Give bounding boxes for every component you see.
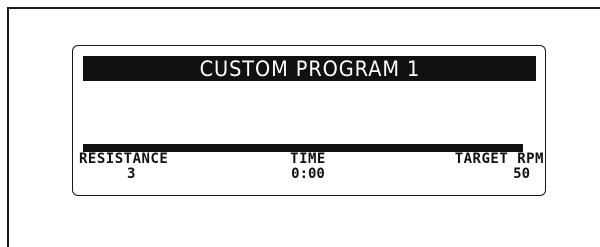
resistance-label: RESISTANCE [79,151,169,167]
program-title-bar: CUSTOM PROGRAM 1 [83,56,536,81]
target-rpm-value: 50 [513,166,530,182]
target-rpm-stat: TARGET RPM 50 [420,151,544,182]
lcd-display: CUSTOM PROGRAM 1 RESISTANCE 3 TIME 0:00 … [72,45,546,196]
time-stat: TIME 0:00 [278,151,338,182]
time-label: TIME [290,151,326,167]
program-title: CUSTOM PROGRAM 1 [199,57,420,81]
resistance-stat: RESISTANCE 3 [79,151,191,182]
time-value: 0:00 [291,166,325,182]
resistance-value: 3 [127,166,136,182]
target-rpm-label: TARGET RPM [454,151,544,167]
